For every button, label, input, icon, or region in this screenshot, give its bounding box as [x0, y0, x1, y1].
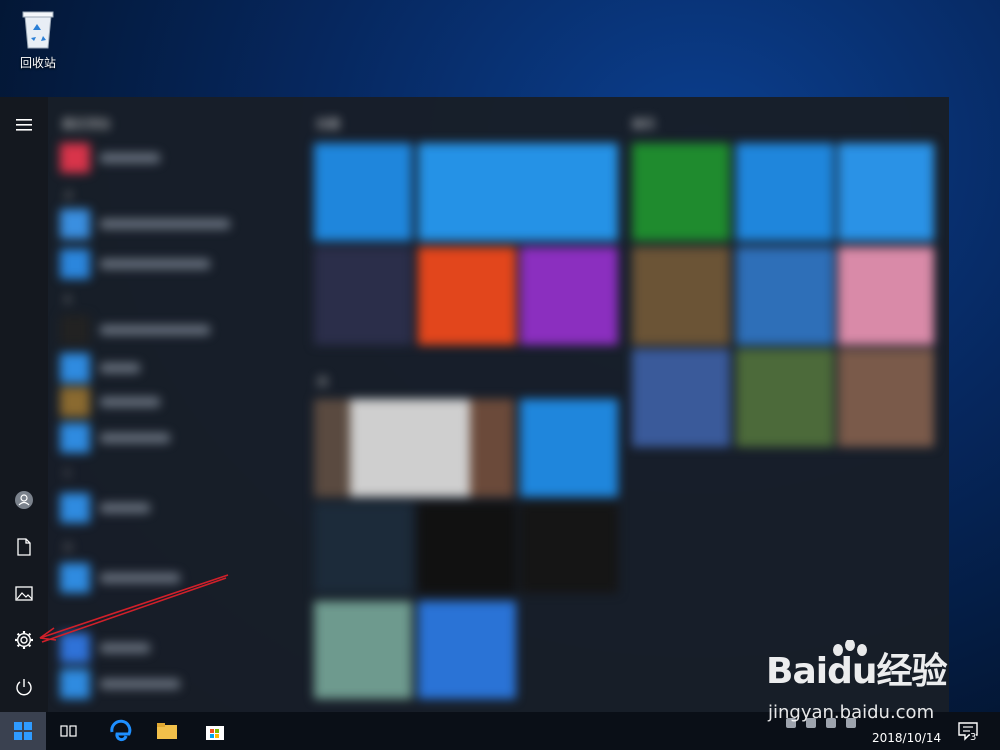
app-label-placeholder — [100, 219, 230, 229]
list-item[interactable] — [60, 351, 140, 385]
documents-icon — [17, 538, 31, 556]
app-label-placeholder — [100, 259, 210, 269]
app-label-placeholder — [100, 679, 180, 689]
app-icon — [60, 315, 90, 345]
store-icon — [206, 726, 224, 740]
tile-app[interactable] — [418, 601, 516, 699]
app-label-placeholder — [100, 363, 140, 373]
start-button[interactable] — [0, 712, 46, 750]
recycle-bin-icon — [22, 11, 54, 49]
tile-camera[interactable] — [418, 503, 516, 593]
app-label-placeholder — [100, 325, 210, 335]
group-play-label: 娱乐 — [632, 117, 657, 131]
app-icon — [60, 493, 90, 523]
app-icon — [60, 669, 90, 699]
tile-music[interactable] — [838, 143, 934, 241]
app-icon — [60, 563, 90, 593]
list-item[interactable] — [60, 491, 150, 525]
tile-calendar[interactable] — [314, 143, 412, 241]
app-icon — [60, 633, 90, 663]
windows-logo-icon — [14, 722, 32, 740]
edge-taskbar-button[interactable] — [108, 718, 134, 744]
recycle-bin-label: 回收站 — [19, 56, 56, 70]
list-item[interactable] — [60, 385, 160, 419]
app-label-placeholder — [100, 153, 160, 163]
list-item[interactable] — [60, 141, 160, 175]
power-button[interactable] — [0, 667, 48, 707]
list-item[interactable] — [60, 313, 210, 347]
tile-onenote[interactable] — [520, 247, 618, 345]
tile-game[interactable] — [736, 349, 834, 447]
app-label-placeholder — [100, 433, 170, 443]
user-avatar-icon — [15, 491, 33, 509]
user-account-button[interactable] — [0, 480, 48, 520]
app-list[interactable]: 最近添加 # A C D — [58, 111, 298, 711]
group-create-label: 创建 — [316, 117, 341, 131]
app-label-placeholder — [100, 503, 150, 513]
hamburger-menu-icon — [16, 119, 32, 131]
tile-edge[interactable] — [520, 399, 618, 497]
tile-media[interactable] — [520, 503, 618, 593]
app-label-placeholder — [100, 573, 180, 583]
pictures-icon — [15, 586, 33, 601]
file-explorer-taskbar-button[interactable] — [154, 718, 180, 744]
list-item[interactable] — [60, 207, 230, 241]
notification-count-badge: 3 — [970, 732, 977, 743]
list-item[interactable] — [60, 561, 180, 595]
documents-button[interactable] — [0, 527, 48, 567]
recently-added-heading: 最近添加 — [62, 117, 111, 131]
tile-minecraft[interactable] — [632, 247, 730, 345]
tile-cortana[interactable] — [314, 247, 412, 345]
list-item[interactable] — [60, 631, 150, 665]
list-item[interactable] — [60, 421, 170, 455]
list-item[interactable] — [60, 667, 180, 701]
tile-photos[interactable] — [314, 503, 412, 593]
tile-game[interactable] — [632, 349, 730, 447]
app-label-placeholder — [100, 643, 150, 653]
taskbar-clock-date[interactable]: 2018/10/14 — [872, 731, 941, 745]
folder-icon — [157, 723, 177, 739]
task-view-button[interactable] — [58, 718, 80, 744]
tile-candy[interactable] — [838, 247, 934, 345]
paw-logo-icon — [833, 640, 867, 656]
store-taskbar-button[interactable] — [202, 718, 228, 744]
recycle-bin-desktop-icon[interactable]: 回收站 — [10, 8, 66, 74]
app-icon — [60, 209, 90, 239]
watermark-url: jingyan.baidu.com — [768, 702, 935, 723]
app-icon — [60, 387, 90, 417]
tile-app[interactable] — [314, 601, 412, 699]
settings-gear-icon — [15, 631, 33, 649]
app-icon — [60, 423, 90, 453]
tile-xbox[interactable] — [632, 143, 730, 241]
tile-store[interactable] — [314, 399, 514, 497]
app-label-placeholder — [100, 397, 160, 407]
edge-icon — [110, 719, 132, 742]
tile-office[interactable] — [418, 247, 516, 345]
pictures-button[interactable] — [0, 574, 48, 614]
baidu-watermark: Baidu经验 jingyan.baidu.com — [766, 640, 996, 723]
list-item[interactable] — [60, 247, 210, 281]
task-view-icon — [60, 725, 77, 737]
tile-game[interactable] — [838, 349, 934, 447]
settings-button[interactable] — [0, 620, 48, 660]
start-menu: 最近添加 # A C D 创建 娱乐 浏 — [0, 97, 949, 712]
expand-menu-button[interactable] — [0, 105, 48, 145]
power-icon — [16, 679, 32, 696]
action-center-icon[interactable] — [956, 720, 980, 742]
start-left-rail — [0, 97, 48, 712]
tile-weather[interactable] — [418, 143, 618, 241]
app-icon — [60, 249, 90, 279]
app-icon — [60, 353, 90, 383]
tile-solitaire[interactable] — [736, 247, 834, 345]
tile-movies[interactable] — [736, 143, 834, 241]
app-icon — [60, 143, 90, 173]
